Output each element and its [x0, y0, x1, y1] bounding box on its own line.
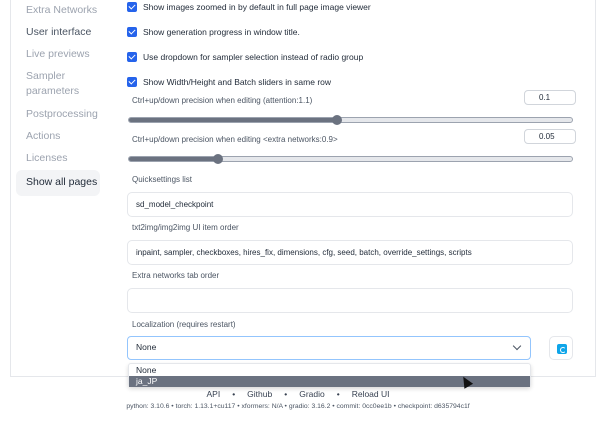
show-all-pages-button[interactable]: Show all pages [16, 170, 100, 196]
checkbox-sliders-same-row[interactable]: Show Width/Height and Batch sliders in s… [127, 75, 331, 89]
extra-networks-precision-input[interactable]: 0.05 [524, 129, 576, 144]
refresh-localization-button[interactable] [549, 336, 573, 360]
ui-order-label: txt2img/img2img UI item order [132, 223, 239, 232]
footer-links: API • Github • Gradio • Reload UI [0, 389, 596, 399]
checkbox-label: Use dropdown for sampler selection inste… [143, 52, 364, 62]
tab-order-input[interactable] [127, 288, 573, 313]
extra-networks-precision-slider[interactable] [128, 154, 573, 164]
sidebar-item-sampler-parameters[interactable]: Sampler parameters [26, 69, 96, 99]
slider-fill [129, 157, 218, 161]
footer-link-api[interactable]: API [206, 389, 220, 399]
checkbox-checked-icon[interactable] [127, 52, 137, 62]
checkbox-zoomed-images[interactable]: Show images zoomed in by default in full… [127, 0, 371, 14]
slider-thumb[interactable] [212, 154, 223, 164]
localization-label: Localization (requires restart) [132, 320, 236, 329]
footer-separator: • [336, 389, 340, 399]
sidebar-item-extra-networks[interactable]: Extra Networks [26, 3, 97, 18]
ui-order-input[interactable]: inpaint, sampler, checkboxes, hires_fix,… [127, 240, 573, 265]
checkbox-checked-icon[interactable] [127, 2, 137, 12]
localization-dropdown[interactable]: None [127, 336, 531, 360]
checkbox-checked-icon[interactable] [127, 27, 137, 37]
slider-fill [129, 118, 338, 122]
footer-link-gradio[interactable]: Gradio [299, 389, 325, 399]
sidebar-item-actions[interactable]: Actions [26, 129, 60, 144]
sidebar-item-live-previews[interactable]: Live previews [26, 47, 90, 62]
checkbox-progress-title[interactable]: Show generation progress in window title… [127, 25, 300, 39]
checkbox-label: Show Width/Height and Batch sliders in s… [143, 77, 332, 87]
localization-selected-value: None [136, 342, 157, 352]
extra-networks-precision-label: Ctrl+up/down precision when editing <ext… [132, 135, 338, 144]
sidebar-item-licenses[interactable]: Licenses [26, 151, 67, 166]
checkbox-label: Show generation progress in window title… [143, 27, 300, 37]
attention-precision-label: Ctrl+up/down precision when editing (att… [132, 96, 313, 105]
tab-order-label: Extra networks tab order [132, 271, 220, 280]
localization-option-none[interactable]: None [129, 365, 530, 376]
version-info: python: 3.10.6 • torch: 1.13.1+cu117 • x… [126, 403, 470, 410]
checkbox-sampler-dropdown[interactable]: Use dropdown for sampler selection inste… [127, 50, 363, 64]
quicksettings-input[interactable]: sd_model_checkpoint [127, 192, 573, 217]
quicksettings-label: Quicksettings list [132, 175, 193, 184]
footer-link-github[interactable]: Github [247, 389, 272, 399]
chevron-down-icon [512, 341, 522, 351]
sidebar-item-user-interface[interactable]: User interface [26, 25, 91, 40]
show-all-pages-label: Show all pages [26, 176, 98, 188]
footer-separator: • [284, 389, 288, 399]
checkbox-checked-icon[interactable] [127, 77, 137, 87]
checkbox-label: Show images zoomed in by default in full… [143, 2, 371, 12]
footer-separator: • [232, 389, 236, 399]
footer-link-reload-ui[interactable]: Reload UI [352, 389, 390, 399]
attention-precision-input[interactable]: 0.1 [524, 90, 576, 105]
sidebar-item-postprocessing[interactable]: Postprocessing [26, 107, 98, 122]
refresh-icon [557, 344, 567, 354]
attention-precision-slider[interactable] [128, 115, 573, 125]
